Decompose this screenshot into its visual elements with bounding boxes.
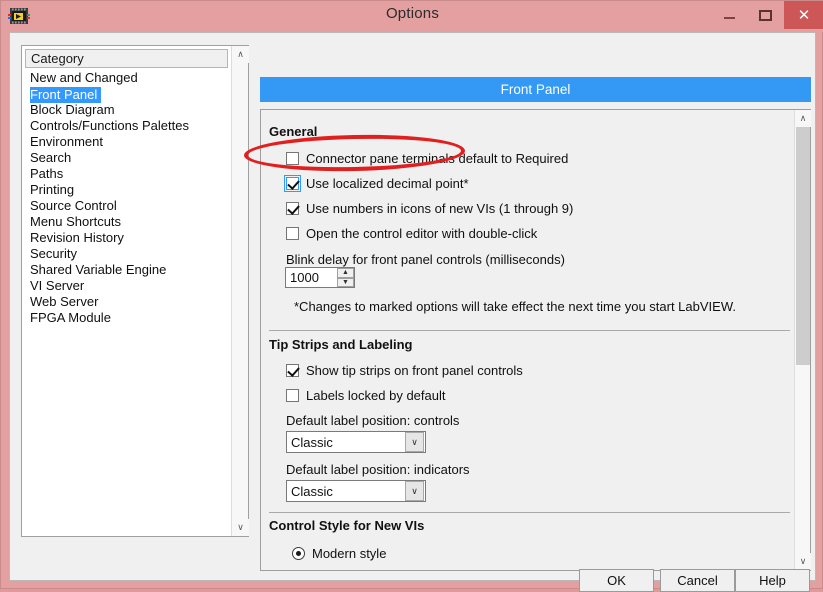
- sidebar-item-label: Printing: [30, 182, 75, 197]
- sidebar-item-controls-functions-palettes[interactable]: Controls/Functions Palettes: [25, 118, 228, 134]
- sidebar-item-source-control[interactable]: Source Control: [25, 198, 228, 214]
- section-divider-1: [269, 330, 790, 331]
- sidebar-item-label: New and Changed: [30, 70, 138, 85]
- sidebar-item-label: Environment: [30, 134, 103, 149]
- dropdown-value: Classic: [291, 483, 333, 499]
- section-heading-general: General: [269, 124, 318, 139]
- settings-scroll-area: General Connector pane terminals default…: [261, 110, 795, 570]
- scroll-up-icon[interactable]: ∧: [232, 46, 249, 63]
- dropdown-label-position-indicators[interactable]: Classic ∨: [286, 480, 426, 502]
- page-title: Front Panel: [500, 82, 571, 97]
- sidebar-item-label: Security: [30, 246, 77, 261]
- sidebar-item-fpga-module[interactable]: FPGA Module: [25, 310, 228, 326]
- checkbox-label: Use numbers in icons of new VIs (1 throu…: [306, 201, 574, 216]
- sidebar-item-label: Search: [30, 150, 72, 165]
- checkbox-open-control-editor[interactable]: Open the control editor with double-clic…: [286, 226, 537, 241]
- sidebar-item-label: Controls/Functions Palettes: [30, 118, 189, 133]
- dropdown-value: Classic: [291, 434, 333, 450]
- checkbox-label: Open the control editor with double-clic…: [306, 226, 538, 241]
- radio-label: Modern style: [312, 546, 387, 561]
- options-dialog-window: Options ✕ Category New and Changed Front…: [0, 0, 823, 592]
- sidebar-item-label: Paths: [30, 166, 64, 181]
- checkbox-icon: [286, 389, 299, 402]
- label-position-controls-label: Default label position: controls: [286, 413, 460, 428]
- spinner-buttons[interactable]: ▲ ▼: [337, 268, 354, 287]
- category-list[interactable]: New and Changed Front Panel Block Diagra…: [25, 70, 228, 532]
- sidebar-item-label: FPGA Module: [30, 310, 111, 325]
- minimize-icon: [723, 17, 735, 19]
- sidebar-item-web-server[interactable]: Web Server: [25, 294, 228, 310]
- checkbox-labels-locked-by-default[interactable]: Labels locked by default: [286, 388, 445, 403]
- scrollbar-thumb[interactable]: [796, 127, 810, 365]
- section-divider-2: [269, 512, 790, 513]
- sidebar-item-environment[interactable]: Environment: [25, 134, 228, 150]
- checkbox-label: Use localized decimal point*: [306, 176, 469, 191]
- sidebar-item-label: VI Server: [30, 278, 85, 293]
- category-header: Category: [25, 49, 228, 68]
- checkbox-use-localized-decimal-point[interactable]: Use localized decimal point*: [284, 175, 469, 192]
- title-bar[interactable]: Options ✕: [1, 1, 823, 32]
- label-position-indicators-label: Default label position: indicators: [286, 462, 470, 477]
- category-list-panel: Category New and Changed Front Panel Blo…: [21, 45, 249, 537]
- sidebar-item-label: Shared Variable Engine: [30, 262, 167, 277]
- checkbox-icon: [284, 175, 301, 192]
- sidebar-item-menu-shortcuts[interactable]: Menu Shortcuts: [25, 214, 228, 230]
- checkbox-show-tip-strips[interactable]: Show tip strips on front panel controls: [286, 363, 523, 378]
- close-button[interactable]: ✕: [784, 1, 823, 29]
- settings-content-panel: General Connector pane terminals default…: [260, 109, 811, 571]
- sidebar-item-vi-server[interactable]: VI Server: [25, 278, 228, 294]
- scroll-up-icon[interactable]: ∧: [795, 110, 811, 127]
- spinner-down-icon[interactable]: ▼: [337, 277, 354, 287]
- sidebar-item-paths[interactable]: Paths: [25, 166, 228, 182]
- sidebar-item-search[interactable]: Search: [25, 150, 228, 166]
- checkbox-icon: [286, 364, 299, 377]
- sidebar-item-revision-history[interactable]: Revision History: [25, 230, 228, 246]
- sidebar-item-label: Revision History: [30, 230, 124, 245]
- sidebar-item-printing[interactable]: Printing: [25, 182, 228, 198]
- minimize-button[interactable]: [714, 1, 744, 29]
- window-title: Options: [385, 5, 440, 22]
- sidebar-item-label: Menu Shortcuts: [30, 214, 122, 229]
- spinner-value[interactable]: 1000: [286, 270, 337, 285]
- category-scrollbar[interactable]: ∧ ∨: [231, 46, 249, 536]
- sidebar-item-label: Web Server: [30, 294, 99, 309]
- radio-modern-style[interactable]: Modern style: [292, 546, 386, 561]
- sidebar-item-label: Source Control: [30, 198, 117, 213]
- close-icon: ✕: [797, 6, 811, 24]
- chevron-down-icon[interactable]: ∨: [405, 432, 424, 452]
- maximize-icon: [758, 9, 772, 21]
- checkbox-icon: [286, 202, 299, 215]
- radio-icon: [292, 547, 305, 560]
- scroll-down-icon[interactable]: ∨: [232, 519, 249, 536]
- sidebar-item-security[interactable]: Security: [25, 246, 228, 262]
- sidebar-item-new-and-changed[interactable]: New and Changed: [25, 70, 228, 86]
- sidebar-item-block-diagram[interactable]: Block Diagram: [25, 102, 228, 118]
- sidebar-item-shared-variable-engine[interactable]: Shared Variable Engine: [25, 262, 228, 278]
- section-heading-control-style: Control Style for New VIs: [269, 518, 425, 533]
- checkbox-connector-pane-terminals[interactable]: Connector pane terminals default to Requ…: [286, 151, 568, 166]
- sidebar-item-front-panel[interactable]: Front Panel: [25, 86, 228, 103]
- sidebar-item-label: Block Diagram: [30, 102, 115, 117]
- scroll-down-icon[interactable]: ∨: [795, 553, 811, 570]
- dropdown-label-position-controls[interactable]: Classic ∨: [286, 431, 426, 453]
- page-title-banner: Front Panel: [260, 77, 811, 102]
- chevron-down-icon[interactable]: ∨: [405, 481, 424, 501]
- spinner-up-icon[interactable]: ▲: [337, 268, 354, 278]
- checkbox-label: Labels locked by default: [306, 388, 446, 403]
- blink-delay-label: Blink delay for front panel controls (mi…: [286, 252, 565, 267]
- sidebar-item-label: Front Panel: [30, 87, 102, 103]
- section-heading-tip-strips: Tip Strips and Labeling: [269, 337, 413, 352]
- blink-delay-spinner[interactable]: 1000 ▲ ▼: [285, 267, 355, 288]
- dialog-client-area: Category New and Changed Front Panel Blo…: [9, 32, 816, 592]
- checkbox-label: Show tip strips on front panel controls: [306, 363, 523, 378]
- checkbox-label: Connector pane terminals default to Requ…: [306, 151, 569, 166]
- checkbox-icon: [286, 152, 299, 165]
- checkbox-use-numbers-in-icons[interactable]: Use numbers in icons of new VIs (1 throu…: [286, 201, 573, 216]
- settings-scrollbar[interactable]: ∧ ∨: [794, 110, 811, 570]
- maximize-button[interactable]: [750, 1, 780, 29]
- checkbox-icon: [286, 227, 299, 240]
- general-footnote: *Changes to marked options will take eff…: [294, 299, 736, 314]
